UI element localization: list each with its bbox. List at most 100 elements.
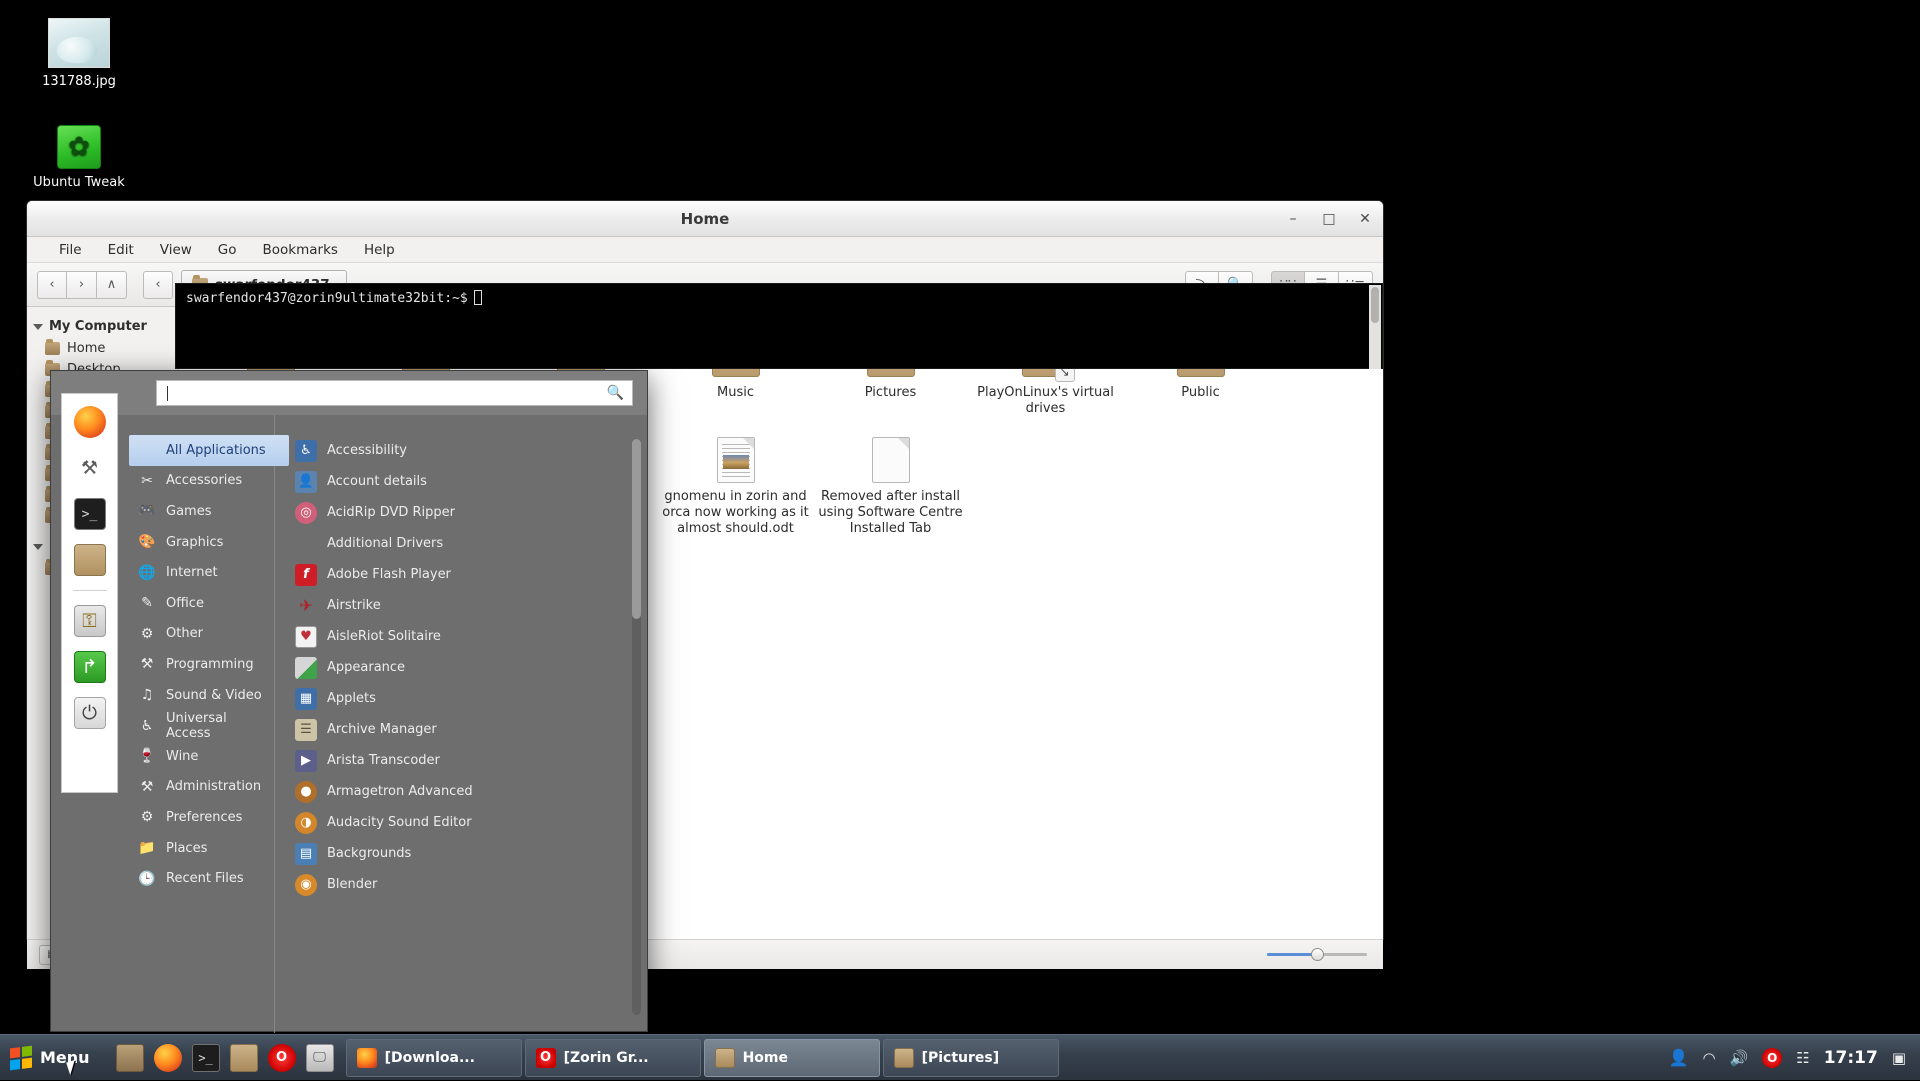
app-item[interactable]: ◎AcidRip DVD Ripper xyxy=(287,497,647,528)
close-button[interactable]: ✕ xyxy=(1357,211,1373,227)
category-accessories[interactable]: ✂Accessories xyxy=(129,466,274,497)
menu-edit[interactable]: Edit xyxy=(108,242,134,258)
logout-icon[interactable]: ↱ xyxy=(74,651,106,683)
category-label: Recent Files xyxy=(166,871,244,886)
app-item[interactable]: Additional Drivers xyxy=(287,528,647,559)
user-icon[interactable]: 👤 xyxy=(1669,1048,1689,1067)
menu-view[interactable]: View xyxy=(160,242,192,258)
app-item[interactable]: ♥AisleRiot Solitaire xyxy=(287,621,647,652)
category-other[interactable]: ⚙Other xyxy=(129,619,274,650)
menu-go[interactable]: Go xyxy=(218,242,237,258)
firefox-icon[interactable] xyxy=(74,406,106,438)
terminal-cursor xyxy=(474,290,482,305)
category-games[interactable]: 🎮Games xyxy=(129,496,274,527)
tools-icon[interactable]: ⚒ xyxy=(74,452,106,484)
aisleriot-icon: ♥ xyxy=(295,626,317,648)
search-icon[interactable]: 🔍 xyxy=(607,385,624,401)
app-item[interactable]: Appearance xyxy=(287,652,647,683)
category-all-applications[interactable]: All Applications xyxy=(129,435,289,466)
menu-application-list[interactable]: ♿Accessibility 👤Account details ◎AcidRip… xyxy=(275,415,647,1033)
task-button[interactable]: O [Zorin Gr... xyxy=(525,1039,701,1077)
category-graphics[interactable]: 🎨Graphics xyxy=(129,527,274,558)
network-icon[interactable]: ☷ xyxy=(1796,1049,1809,1067)
category-universal-access[interactable]: ♿Universal Access xyxy=(129,710,274,741)
sidebar-heading-my-computer[interactable]: My Computer xyxy=(27,315,178,338)
menu-file[interactable]: File xyxy=(59,242,82,258)
menu-search-row[interactable]: 🔍 xyxy=(51,371,647,415)
category-administration[interactable]: ⚒Administration xyxy=(129,772,274,803)
previous-crumb-button[interactable]: ‹ xyxy=(143,271,173,299)
window-titlebar[interactable]: Home – □ ✕ xyxy=(27,201,1383,237)
desktop-icon-image[interactable]: 131788.jpg xyxy=(24,18,134,89)
category-preferences[interactable]: ⚙Preferences xyxy=(129,802,274,833)
category-sound-video[interactable]: ♫Sound & Video xyxy=(129,680,274,711)
category-recent-files[interactable]: 🕒Recent Files xyxy=(129,863,274,894)
search-input[interactable]: 🔍 xyxy=(156,380,633,406)
category-programming[interactable]: ⚒Programming xyxy=(129,649,274,680)
screenshot-icon[interactable]: 🖵 xyxy=(306,1044,334,1072)
app-item[interactable]: 👤Account details xyxy=(287,466,647,497)
app-item[interactable]: ●Armagetron Advanced xyxy=(287,776,647,807)
app-item[interactable]: fAdobe Flash Player xyxy=(287,559,647,590)
clock[interactable]: 17:17 xyxy=(1824,1048,1878,1068)
up-button[interactable]: ∧ xyxy=(97,271,127,299)
application-menu-popup[interactable]: 🔍 ⚒ >_ ⚿ ↱ ⏻ All Applications ✂Accessori… xyxy=(50,370,648,1032)
desktop[interactable]: 131788.jpg Ubuntu Tweak Home – □ ✕ File … xyxy=(0,0,1920,1080)
menubar[interactable]: File Edit View Go Bookmarks Help xyxy=(27,237,1383,263)
task-button-active[interactable]: Home xyxy=(704,1039,880,1077)
category-office[interactable]: ✎Office xyxy=(129,588,274,619)
terminal-scrollbar[interactable] xyxy=(1369,285,1381,369)
nav-button-group[interactable]: ‹ › ∧ xyxy=(37,271,127,299)
quick-launch-bar[interactable]: >_ O 🖵 xyxy=(104,1044,346,1072)
task-button[interactable]: [Downloa... xyxy=(346,1039,522,1077)
app-item[interactable]: ◉Blender xyxy=(287,869,647,900)
opera-icon[interactable]: O xyxy=(268,1044,296,1072)
firefox-icon[interactable] xyxy=(154,1044,182,1072)
start-menu-button[interactable]: Menu xyxy=(0,1035,104,1081)
launcher-rail[interactable]: ⚒ >_ ⚿ ↱ ⏻ xyxy=(61,393,118,793)
files-icon[interactable] xyxy=(116,1044,144,1072)
folder-icon[interactable] xyxy=(230,1044,258,1072)
window-task-list[interactable]: [Downloa... O [Zorin Gr... Home [Picture… xyxy=(346,1035,1669,1081)
wifi-icon[interactable]: ◠ xyxy=(1702,1049,1715,1067)
opera-tray-icon[interactable]: O xyxy=(1762,1048,1782,1068)
app-item[interactable]: ♿Accessibility xyxy=(287,435,647,466)
taskbar[interactable]: Menu >_ O 🖵 [Downloa... O [Zorin Gr... H… xyxy=(0,1034,1920,1080)
category-places[interactable]: 📁Places xyxy=(129,833,274,864)
back-button[interactable]: ‹ xyxy=(37,271,67,299)
files-icon[interactable] xyxy=(74,544,106,576)
volume-icon[interactable]: 🔊 xyxy=(1730,1049,1749,1067)
show-desktop-icon[interactable]: ▣ xyxy=(1892,1049,1906,1067)
category-wine[interactable]: 🍷Wine xyxy=(129,741,274,772)
zoom-slider-knob[interactable] xyxy=(1311,948,1324,961)
task-button[interactable]: [Pictures] xyxy=(883,1039,1059,1077)
sidebar-item-home[interactable]: Home xyxy=(27,338,178,359)
lock-screen-icon[interactable]: ⚿ xyxy=(74,605,106,637)
app-item[interactable]: ✈Airstrike xyxy=(287,590,647,621)
app-label: Appearance xyxy=(327,660,405,675)
app-item[interactable]: ▶Arista Transcoder xyxy=(287,745,647,776)
file-item[interactable]: gnomenu in zorin and orca now working as… xyxy=(658,427,813,547)
app-item[interactable]: ▤Backgrounds xyxy=(287,838,647,869)
shutdown-icon[interactable]: ⏻ xyxy=(74,697,106,729)
terminal-window[interactable]: swarfendor437@zorin9ultimate32bit:~$ xyxy=(175,283,1383,369)
category-internet[interactable]: 🌐Internet xyxy=(129,557,274,588)
desktop-icon-ubuntu-tweak[interactable]: Ubuntu Tweak xyxy=(24,125,134,190)
minimize-button[interactable]: – xyxy=(1285,211,1301,227)
account-details-icon: 👤 xyxy=(295,471,317,493)
menu-scrollbar[interactable] xyxy=(632,439,641,1015)
file-item[interactable]: Removed after install using Software Cen… xyxy=(813,427,968,547)
folder-icon xyxy=(894,1048,914,1068)
app-item[interactable]: ▦Applets xyxy=(287,683,647,714)
menu-help[interactable]: Help xyxy=(364,242,395,258)
app-item[interactable]: ◑Audacity Sound Editor xyxy=(287,807,647,838)
image-thumbnail-icon xyxy=(48,18,110,68)
menu-bookmarks[interactable]: Bookmarks xyxy=(263,242,338,258)
terminal-icon[interactable]: >_ xyxy=(192,1044,220,1072)
app-item[interactable]: ☰Archive Manager xyxy=(287,714,647,745)
forward-button[interactable]: › xyxy=(67,271,97,299)
zoom-slider[interactable] xyxy=(1267,948,1367,962)
terminal-icon[interactable]: >_ xyxy=(74,498,106,530)
system-tray[interactable]: 👤 ◠ 🔊 O ☷ 17:17 ▣ xyxy=(1669,1048,1920,1068)
maximize-button[interactable]: □ xyxy=(1321,211,1337,227)
